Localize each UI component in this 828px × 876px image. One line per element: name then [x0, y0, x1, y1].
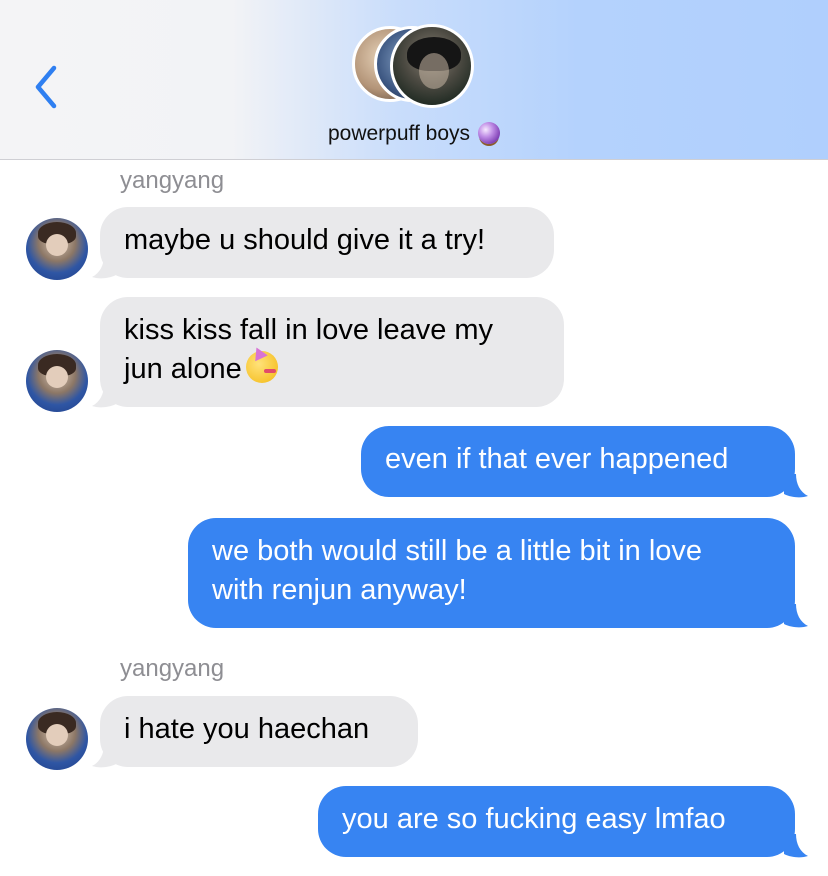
- message-bubble-incoming[interactable]: i hate you haechan: [100, 696, 418, 767]
- message-text: i hate you haechan: [124, 713, 370, 745]
- crystal-ball-icon: [478, 122, 501, 144]
- message-bubble-incoming[interactable]: kiss kiss fall in love leave my jun alon…: [100, 297, 564, 407]
- message-bubble-outgoing[interactable]: even if that ever happened: [361, 426, 795, 497]
- message-text: you are so fucking easy lmfao: [342, 803, 726, 835]
- message-text-line: we both would still be a little bit in l…: [212, 535, 703, 567]
- partying-face-icon: [245, 351, 278, 383]
- group-member-avatar: [390, 24, 474, 108]
- sender-name: yangyang: [120, 655, 225, 682]
- sender-name: yangyang: [120, 167, 225, 194]
- message-text-line: kiss kiss fall in love leave my: [124, 314, 494, 346]
- message-bubble-outgoing[interactable]: you are so fucking easy lmfao: [318, 786, 795, 857]
- message-bubble-incoming[interactable]: maybe u should give it a try!: [100, 207, 554, 278]
- message-text-line: with renjun anyway!: [212, 574, 467, 606]
- avatar[interactable]: [26, 350, 88, 412]
- message-text: even if that ever happened: [385, 443, 729, 475]
- avatar[interactable]: [26, 708, 88, 770]
- message-text: maybe u should give it a try!: [124, 224, 486, 256]
- message-text-line: jun alone: [124, 353, 242, 385]
- group-avatar-stack[interactable]: [352, 24, 480, 108]
- message-bubble-outgoing[interactable]: we both would still be a little bit in l…: [188, 518, 795, 628]
- avatar[interactable]: [26, 218, 88, 280]
- chevron-left-icon[interactable]: [30, 64, 66, 110]
- group-title[interactable]: powerpuff boys: [0, 122, 828, 146]
- chat-header: powerpuff boys: [0, 0, 828, 160]
- group-name-label: powerpuff boys: [327, 122, 471, 145]
